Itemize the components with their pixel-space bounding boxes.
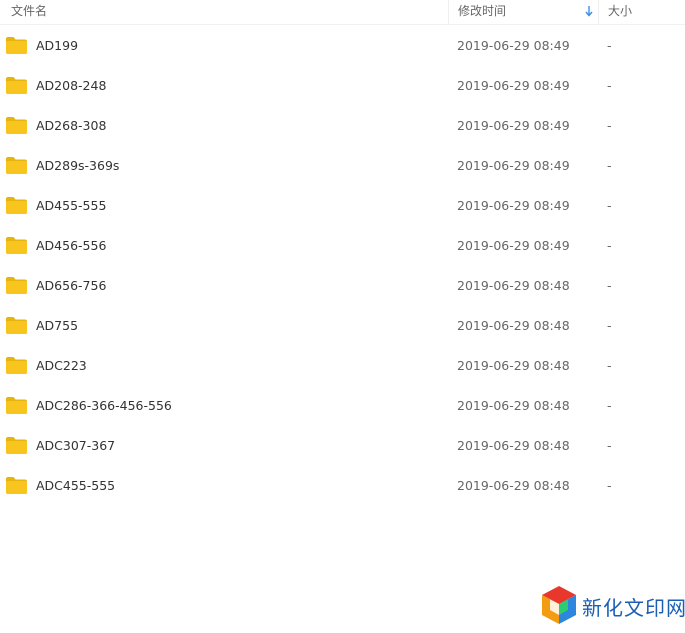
cube-logo-icon (542, 586, 576, 624)
folder-icon (6, 157, 27, 174)
file-modified-date: 2019-06-29 08:49 (457, 38, 570, 53)
folder-icon (6, 437, 27, 454)
file-name[interactable]: ADC286-366-456-556 (36, 386, 172, 426)
file-size: - (607, 198, 612, 213)
watermark-brand-text: 新化文印网 (582, 596, 685, 620)
file-row[interactable]: AD656-756 2019-06-29 08:48 - (0, 266, 685, 306)
folder-icon (6, 237, 27, 254)
file-row[interactable]: ADC455-555 2019-06-29 08:48 - (0, 466, 685, 506)
file-modified-date: 2019-06-29 08:48 (457, 278, 570, 293)
file-size: - (607, 278, 612, 293)
folder-icon (6, 117, 27, 134)
file-name[interactable]: AD208-248 (36, 66, 106, 106)
folder-icon (6, 357, 27, 374)
file-modified-date: 2019-06-29 08:48 (457, 318, 570, 333)
file-name[interactable]: AD456-556 (36, 226, 106, 266)
file-row[interactable]: ADC223 2019-06-29 08:48 - (0, 346, 685, 386)
column-header-size-label: 大小 (608, 4, 633, 18)
file-row[interactable]: ADC286-366-456-556 2019-06-29 08:48 - (0, 386, 685, 426)
file-name[interactable]: ADC223 (36, 346, 87, 386)
folder-icon (6, 277, 27, 294)
file-rows: AD199 2019-06-29 08:49 - AD208-248 2019-… (0, 26, 685, 506)
watermark: 新化文印网 (538, 584, 685, 630)
column-header-name[interactable]: 文件名 (0, 0, 448, 24)
file-row[interactable]: AD456-556 2019-06-29 08:49 - (0, 226, 685, 266)
file-size: - (607, 398, 612, 413)
file-modified-date: 2019-06-29 08:49 (457, 158, 570, 173)
folder-icon (6, 77, 27, 94)
file-size: - (607, 358, 612, 373)
folder-icon (6, 37, 27, 54)
file-name[interactable]: AD755 (36, 306, 78, 346)
file-modified-date: 2019-06-29 08:49 (457, 118, 570, 133)
file-name[interactable]: ADC455-555 (36, 466, 115, 506)
file-size: - (607, 318, 612, 333)
file-row[interactable]: AD208-248 2019-06-29 08:49 - (0, 66, 685, 106)
arrow-down-icon[interactable] (584, 4, 594, 18)
file-name[interactable]: AD289s-369s (36, 146, 119, 186)
file-modified-date: 2019-06-29 08:48 (457, 438, 570, 453)
file-list-header: 文件名 修改时间 大小 (0, 0, 685, 25)
folder-icon (6, 197, 27, 214)
column-header-modified[interactable]: 修改时间 (448, 0, 598, 24)
file-size: - (607, 478, 612, 493)
file-modified-date: 2019-06-29 08:48 (457, 478, 570, 493)
file-name[interactable]: AD656-756 (36, 266, 106, 306)
file-size: - (607, 78, 612, 93)
file-name[interactable]: AD199 (36, 26, 78, 66)
file-name[interactable]: AD455-555 (36, 186, 106, 226)
file-modified-date: 2019-06-29 08:48 (457, 358, 570, 373)
file-name[interactable]: AD268-308 (36, 106, 106, 146)
file-modified-date: 2019-06-29 08:48 (457, 398, 570, 413)
file-row[interactable]: AD289s-369s 2019-06-29 08:49 - (0, 146, 685, 186)
file-row[interactable]: AD199 2019-06-29 08:49 - (0, 26, 685, 66)
file-row[interactable]: ADC307-367 2019-06-29 08:48 - (0, 426, 685, 466)
file-size: - (607, 158, 612, 173)
folder-icon (6, 317, 27, 334)
column-header-name-label: 文件名 (11, 4, 48, 18)
file-modified-date: 2019-06-29 08:49 (457, 198, 570, 213)
file-size: - (607, 438, 612, 453)
file-modified-date: 2019-06-29 08:49 (457, 78, 570, 93)
folder-icon (6, 397, 27, 414)
column-header-modified-label: 修改时间 (458, 4, 507, 18)
file-name[interactable]: ADC307-367 (36, 426, 115, 466)
file-size: - (607, 118, 612, 133)
folder-icon (6, 477, 27, 494)
file-size: - (607, 238, 612, 253)
file-row[interactable]: AD268-308 2019-06-29 08:49 - (0, 106, 685, 146)
file-size: - (607, 38, 612, 53)
file-row[interactable]: AD455-555 2019-06-29 08:49 - (0, 186, 685, 226)
file-list: 文件名 修改时间 大小 AD199 2019-06-29 08:49 - AD2… (0, 0, 685, 633)
column-header-size[interactable]: 大小 (598, 0, 685, 24)
file-row[interactable]: AD755 2019-06-29 08:48 - (0, 306, 685, 346)
file-modified-date: 2019-06-29 08:49 (457, 238, 570, 253)
